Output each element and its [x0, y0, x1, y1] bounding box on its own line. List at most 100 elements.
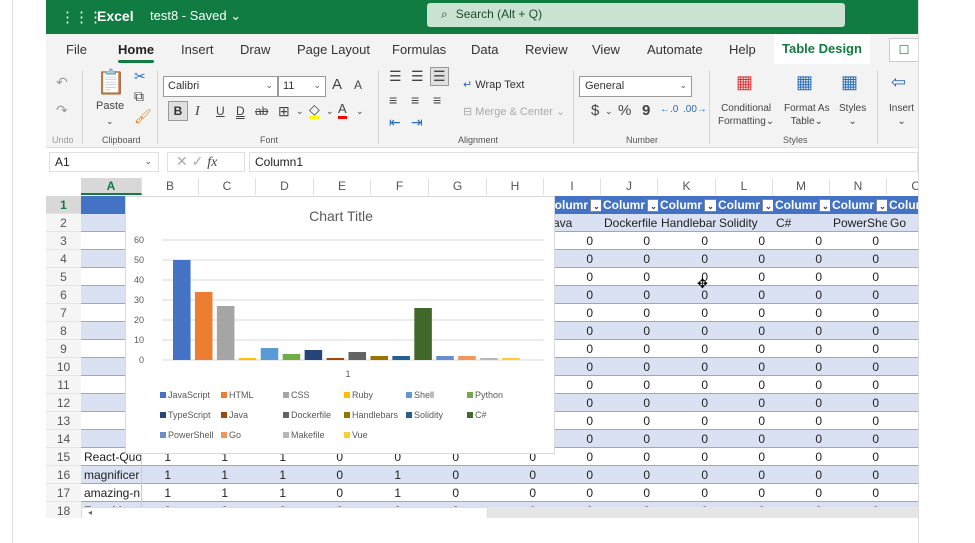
tab-insert[interactable]: Insert	[181, 42, 214, 57]
align-center-icon[interactable]: ≡	[411, 92, 419, 108]
table-cell[interactable]: 0	[716, 322, 768, 340]
chevron-down-icon[interactable]: ⌄	[106, 116, 114, 127]
chart[interactable]: Chart Title 0 10 20 30 40 50 60 1 JavaScript HTML C…	[125, 196, 555, 454]
row-header-10[interactable]: 10	[46, 358, 81, 376]
format-as-table-icon[interactable]: ▦	[796, 72, 813, 93]
cut-icon[interactable]: ✂	[134, 68, 146, 85]
currency-button[interactable]: $	[591, 102, 599, 119]
table-cell[interactable]: 0	[716, 376, 768, 394]
row-header-1[interactable]: 1	[46, 196, 81, 214]
table-cell[interactable]: 1	[256, 466, 289, 484]
column-header-m[interactable]: M	[773, 178, 830, 195]
bold-button[interactable]: B	[168, 101, 188, 121]
table-cell[interactable]: 0	[830, 322, 882, 340]
name-box[interactable]: A1 ⌄	[49, 152, 159, 172]
table-header-cell[interactable]: Columr ⌄	[718, 196, 773, 214]
row-header-2[interactable]: 2	[46, 214, 81, 232]
table-cell[interactable]: Solidity	[716, 214, 773, 232]
table-cell[interactable]: 0	[830, 376, 882, 394]
tab-page-layout[interactable]: Page Layout	[297, 42, 370, 57]
table-cell[interactable]: 0	[830, 394, 882, 412]
chevron-down-icon[interactable]: ⌄	[605, 106, 613, 117]
align-top-icon[interactable]: ☰	[389, 68, 402, 85]
table-cell[interactable]: 0	[601, 448, 653, 466]
table-cell[interactable]: PowerShel	[830, 214, 887, 232]
borders-icon[interactable]: ⊞	[278, 103, 290, 120]
table-cell[interactable]: 0	[773, 412, 825, 430]
number-format-select[interactable]: General ⌄	[579, 76, 692, 97]
decrease-indent-icon[interactable]: ⇤	[389, 114, 401, 131]
table-cell[interactable]: 0	[601, 340, 653, 358]
font-name-select[interactable]: Calibri ⌄	[163, 76, 278, 97]
table-cell[interactable]: 0	[601, 268, 653, 286]
row-header-16[interactable]: 16	[46, 466, 81, 484]
table-cell[interactable]: 0	[830, 232, 882, 250]
document-name[interactable]: test8 - Saved ⌄	[150, 8, 241, 24]
filter-dropdown-icon[interactable]: ⌄	[704, 199, 716, 213]
table-cell[interactable]: 0	[830, 268, 882, 286]
table-cell[interactable]: 0	[773, 232, 825, 250]
row-header-3[interactable]: 3	[46, 232, 81, 250]
table-cell[interactable]: 1	[199, 466, 231, 484]
row-header-13[interactable]: 13	[46, 412, 81, 430]
row-header-11[interactable]: 11	[46, 376, 81, 394]
row-header-18[interactable]: 18	[46, 502, 81, 518]
table-cell[interactable]: 0	[773, 376, 825, 394]
table-cell[interactable]: 0	[773, 322, 825, 340]
tab-formulas[interactable]: Formulas	[392, 42, 446, 57]
table-cell[interactable]: magnificer	[81, 466, 142, 484]
table-cell[interactable]: 0	[658, 340, 711, 358]
table-cell[interactable]: 0	[601, 232, 653, 250]
paste-icon[interactable]: 📋	[96, 68, 126, 97]
column-header-a[interactable]: A	[81, 178, 142, 195]
conditional-formatting-button[interactable]: Conditional Formatting⌄	[718, 102, 774, 128]
select-all-corner[interactable]	[46, 178, 81, 195]
table-cell[interactable]: 0	[773, 340, 825, 358]
table-cell[interactable]: 0	[830, 250, 882, 268]
table-header-cell[interactable]: Columr ⌄	[603, 196, 658, 214]
filter-dropdown-icon[interactable]: ⌄	[876, 199, 887, 213]
column-header-b[interactable]: B	[142, 178, 199, 195]
table-cell[interactable]: 0	[658, 250, 711, 268]
column-header-i[interactable]: I	[544, 178, 601, 195]
table-cell[interactable]: 0	[716, 340, 768, 358]
row-header-17[interactable]: 17	[46, 484, 81, 502]
undo-icon[interactable]: ↶	[56, 74, 68, 91]
align-right-icon[interactable]: ≡	[433, 92, 441, 108]
cell-styles-icon[interactable]: ▦	[841, 72, 858, 93]
table-cell[interactable]: 0	[830, 304, 882, 322]
format-as-table-button[interactable]: Format As Table⌄	[784, 102, 830, 128]
merge-center-button[interactable]: ⊟ Merge & Center ⌄	[463, 105, 565, 118]
formula-input[interactable]: Column1	[249, 152, 918, 172]
row-header-9[interactable]: 9	[46, 340, 81, 358]
table-cell[interactable]: 0	[601, 358, 653, 376]
row-header-6[interactable]: 6	[46, 286, 81, 304]
table-cell[interactable]: 0	[658, 448, 711, 466]
table-cell[interactable]: 1	[371, 484, 404, 502]
table-cell[interactable]: amazing-n	[81, 484, 142, 502]
underline-button[interactable]: U	[216, 104, 225, 118]
table-cell[interactable]: 0	[830, 340, 882, 358]
table-cell[interactable]: 0	[773, 358, 825, 376]
align-bottom-icon[interactable]: ☰	[430, 67, 449, 86]
table-cell[interactable]: 0	[830, 358, 882, 376]
table-cell[interactable]: 0	[716, 430, 768, 448]
fill-color-icon[interactable]: ◇	[309, 102, 320, 119]
table-cell[interactable]: 0	[544, 484, 596, 502]
column-header-d[interactable]: D	[256, 178, 314, 195]
table-cell[interactable]: 0	[830, 448, 882, 466]
table-cell[interactable]: 0	[773, 430, 825, 448]
table-cell[interactable]: 0	[601, 322, 653, 340]
search-box[interactable]: ⌕ Search (Alt + Q)	[427, 3, 845, 27]
table-cell[interactable]: 0	[716, 448, 768, 466]
row-header-12[interactable]: 12	[46, 394, 81, 412]
paste-label[interactable]: Paste	[96, 100, 124, 112]
table-cell[interactable]: 0	[716, 412, 768, 430]
table-cell[interactable]: 0	[773, 484, 825, 502]
table-cell[interactable]: 1	[142, 484, 174, 502]
chevron-down-icon[interactable]: ⌄	[356, 106, 364, 117]
row-header-8[interactable]: 8	[46, 322, 81, 340]
row-header-14[interactable]: 14	[46, 430, 81, 448]
column-header-e[interactable]: E	[314, 178, 371, 195]
table-cell[interactable]: 0	[487, 484, 539, 502]
